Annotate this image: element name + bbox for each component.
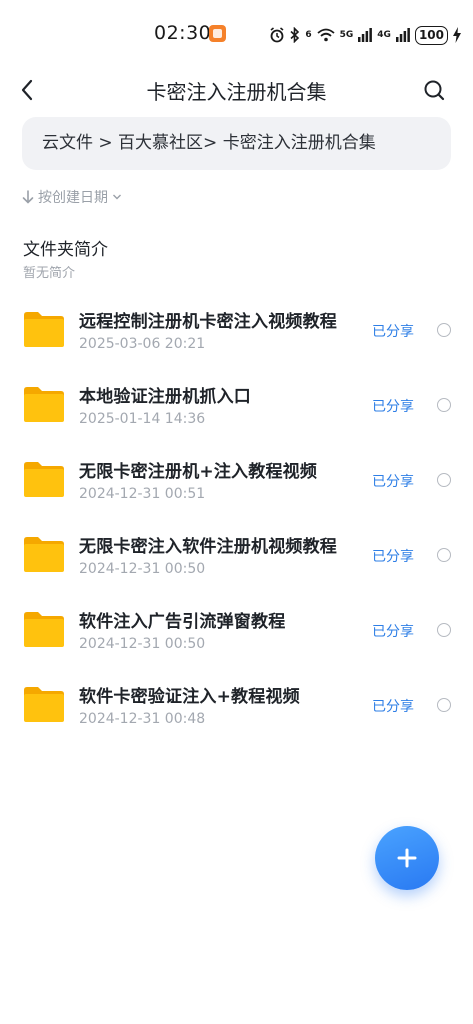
file-name: 无限卡密注入软件注册机视频教程 [79, 537, 337, 557]
breadcrumb[interactable]: 云文件 > 百大慕社区> 卡密注入注册机合集 [22, 117, 451, 170]
file-name: 本地验证注册机抓入口 [79, 387, 251, 407]
folder-intro-title: 文件夹简介 [23, 240, 108, 260]
network-4g-label: 4G [377, 30, 391, 40]
shared-status: 已分享 [372, 699, 414, 715]
status-time: 02:30 [154, 22, 212, 44]
folder-intro-description: 暂无简介 [23, 266, 76, 281]
network-5g-label: 5G [339, 30, 354, 40]
list-item[interactable]: 无限卡密注册机+注入教程视频 2024-12-31 00:51 已分享 [0, 443, 473, 518]
folder-icon [24, 462, 64, 497]
add-button[interactable] [375, 826, 439, 890]
folder-icon [24, 537, 64, 572]
signal-icon [358, 28, 373, 42]
file-name: 软件注入广告引流弹窗教程 [79, 612, 286, 632]
list-item[interactable]: 本地验证注册机抓入口 2025-01-14 14:36 已分享 [0, 368, 473, 443]
select-checkbox[interactable] [437, 473, 451, 487]
page-title: 卡密注入注册机合集 [146, 80, 327, 104]
arrow-down-icon [22, 190, 34, 204]
shared-status: 已分享 [372, 474, 414, 490]
file-name: 远程控制注册机卡密注入视频教程 [79, 312, 337, 332]
folder-icon [24, 612, 64, 647]
sort-label: 按创建日期 [38, 190, 108, 206]
folder-icon [24, 687, 64, 722]
file-date: 2024-12-31 00:51 [79, 486, 206, 502]
folder-icon [24, 387, 64, 422]
list-item[interactable]: 无限卡密注入软件注册机视频教程 2024-12-31 00:50 已分享 [0, 518, 473, 593]
top-app-bar: 卡密注入注册机合集 [0, 70, 473, 110]
select-checkbox[interactable] [437, 548, 451, 562]
app-notification-icon [209, 25, 226, 42]
select-checkbox[interactable] [437, 623, 451, 637]
bluetooth-icon [290, 27, 300, 43]
status-bar: 02:30 6 5G 4G 100 [0, 0, 473, 70]
search-icon [424, 80, 445, 101]
file-date: 2024-12-31 00:50 [79, 636, 206, 652]
status-icons: 6 5G 4G 100 [269, 24, 461, 46]
file-date: 2024-12-31 00:50 [79, 561, 206, 577]
charging-icon [453, 27, 461, 43]
alarm-icon [270, 27, 284, 43]
chevron-down-icon [113, 194, 121, 200]
battery-indicator: 100 [414, 25, 448, 45]
wifi-label: 6 [305, 30, 312, 40]
file-name: 软件卡密验证注入+教程视频 [79, 687, 300, 707]
list-item[interactable]: 软件卡密验证注入+教程视频 2024-12-31 00:48 已分享 [0, 668, 473, 743]
file-date: 2025-03-06 20:21 [79, 336, 206, 352]
shared-status: 已分享 [372, 624, 414, 640]
list-item[interactable]: 软件注入广告引流弹窗教程 2024-12-31 00:50 已分享 [0, 593, 473, 668]
file-date: 2024-12-31 00:48 [79, 711, 206, 727]
shared-status: 已分享 [372, 549, 414, 565]
list-item[interactable]: 远程控制注册机卡密注入视频教程 2025-03-06 20:21 已分享 [0, 293, 473, 368]
search-button[interactable] [421, 76, 447, 104]
file-list: 远程控制注册机卡密注入视频教程 2025-03-06 20:21 已分享 本地验… [0, 293, 473, 743]
file-date: 2025-01-14 14:36 [79, 411, 206, 427]
shared-status: 已分享 [372, 399, 414, 415]
folder-icon [24, 312, 64, 347]
sort-selector[interactable]: 按创建日期 [22, 187, 122, 207]
select-checkbox[interactable] [437, 698, 451, 712]
signal-icon [395, 28, 410, 42]
wifi-icon [317, 28, 335, 42]
select-checkbox[interactable] [437, 398, 451, 412]
plus-icon [397, 848, 417, 868]
select-checkbox[interactable] [437, 323, 451, 337]
shared-status: 已分享 [372, 324, 414, 340]
file-name: 无限卡密注册机+注入教程视频 [79, 462, 318, 482]
